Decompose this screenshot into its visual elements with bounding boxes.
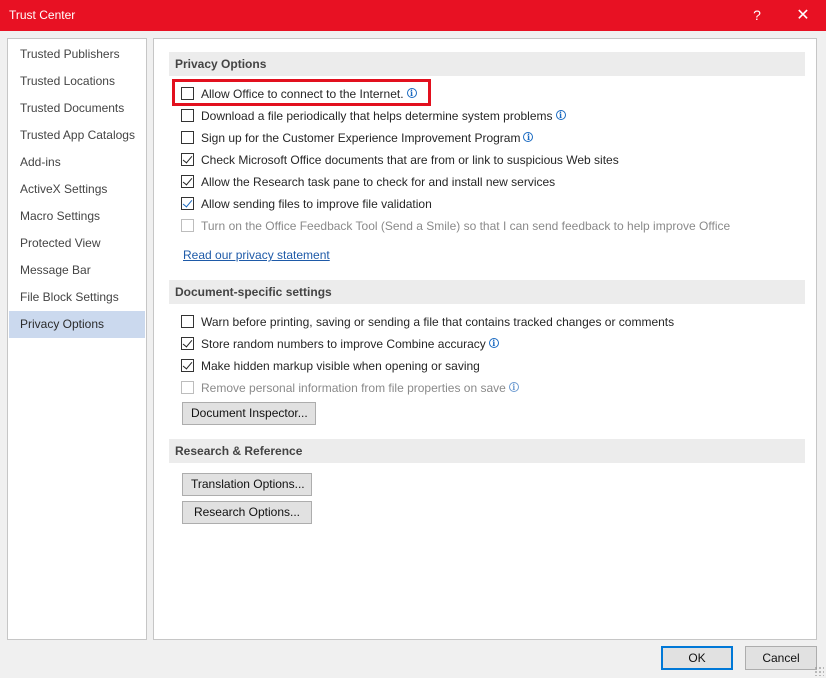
option-file-validation[interactable]: Allow sending files to improve file vali… [181, 195, 432, 213]
title-bar: Trust Center ? ✕ [0, 0, 826, 31]
sidebar-item-privacy-options[interactable]: Privacy Options [9, 311, 145, 338]
checkbox[interactable] [181, 359, 194, 372]
option-remove-personal-info: Remove personal information from file pr… [181, 379, 519, 397]
checkbox[interactable] [181, 175, 194, 188]
option-store-random-numbers[interactable]: Store random numbers to improve Combine … [181, 335, 499, 353]
option-label: Allow the Research task pane to check fo… [201, 175, 556, 189]
checkbox[interactable] [181, 109, 194, 122]
option-label: Download a file periodically that helps … [201, 109, 553, 123]
option-label: Make hidden markup visible when opening … [201, 359, 480, 373]
option-hidden-markup-visible[interactable]: Make hidden markup visible when opening … [181, 357, 480, 375]
sidebar-item-trusted-documents[interactable]: Trusted Documents [9, 95, 145, 122]
window-title: Trust Center [9, 8, 76, 22]
option-label: Remove personal information from file pr… [201, 381, 506, 395]
checkbox[interactable] [181, 131, 194, 144]
sidebar-item-trusted-locations[interactable]: Trusted Locations [9, 68, 145, 95]
info-icon[interactable]: i [406, 88, 417, 98]
sidebar-item-activex-settings[interactable]: ActiveX Settings [9, 176, 145, 203]
option-label: Check Microsoft Office documents that ar… [201, 153, 619, 167]
sidebar-item-macro-settings[interactable]: Macro Settings [9, 203, 145, 230]
sidebar-item-file-block-settings[interactable]: File Block Settings [9, 284, 145, 311]
checkbox[interactable] [181, 153, 194, 166]
research-options-button[interactable]: Research Options... [182, 501, 312, 524]
resize-grip-icon[interactable] [814, 666, 824, 676]
sidebar: Trusted Publishers Trusted Locations Tru… [7, 38, 147, 640]
sidebar-item-trusted-publishers[interactable]: Trusted Publishers [9, 41, 145, 68]
sidebar-item-protected-view[interactable]: Protected View [9, 230, 145, 257]
section-header-privacy: Privacy Options [169, 52, 805, 76]
sidebar-item-trusted-app-catalogs[interactable]: Trusted App Catalogs [9, 122, 145, 149]
option-research-task-pane[interactable]: Allow the Research task pane to check fo… [181, 173, 555, 191]
option-check-suspicious-sites[interactable]: Check Microsoft Office documents that ar… [181, 151, 619, 169]
option-ceip-signup[interactable]: Sign up for the Customer Experience Impr… [181, 129, 534, 147]
option-label: Turn on the Office Feedback Tool (Send a… [201, 219, 731, 233]
info-icon[interactable]: i [555, 110, 566, 120]
option-feedback-tool: Turn on the Office Feedback Tool (Send a… [181, 217, 730, 235]
info-icon[interactable]: i [523, 132, 534, 142]
sidebar-item-add-ins[interactable]: Add-ins [9, 149, 145, 176]
option-label: Allow Office to connect to the Internet. [201, 87, 404, 101]
privacy-statement-link[interactable]: Read our privacy statement [183, 248, 330, 262]
option-label: Sign up for the Customer Experience Impr… [201, 131, 521, 145]
section-header-document: Document-specific settings [169, 280, 805, 304]
option-label: Allow sending files to improve file vali… [201, 197, 432, 211]
help-icon[interactable]: ? [734, 0, 780, 31]
close-icon[interactable]: ✕ [780, 0, 826, 31]
checkbox[interactable] [181, 87, 194, 100]
checkbox[interactable] [181, 315, 194, 328]
option-allow-connect-internet[interactable]: Allow Office to connect to the Internet.… [181, 85, 417, 103]
trust-center-dialog: Trust Center ? ✕ Trusted Publishers Trus… [0, 0, 826, 678]
checkbox [181, 219, 194, 232]
cancel-button[interactable]: Cancel [745, 646, 817, 670]
option-download-file-periodically[interactable]: Download a file periodically that helps … [181, 107, 566, 125]
checkbox[interactable] [181, 337, 194, 350]
checkbox [181, 381, 194, 394]
section-header-research: Research & Reference [169, 439, 805, 463]
content-panel: Privacy Options Allow Office to connect … [153, 38, 817, 640]
option-label: Store random numbers to improve Combine … [201, 337, 486, 351]
checkbox[interactable] [181, 197, 194, 210]
translation-options-button[interactable]: Translation Options... [182, 473, 312, 496]
sidebar-item-message-bar[interactable]: Message Bar [9, 257, 145, 284]
option-label: Warn before printing, saving or sending … [201, 315, 675, 329]
document-inspector-button[interactable]: Document Inspector... [182, 402, 316, 425]
info-icon[interactable]: i [488, 338, 499, 348]
info-icon: i [508, 382, 519, 392]
option-warn-tracked-changes[interactable]: Warn before printing, saving or sending … [181, 313, 674, 331]
ok-button[interactable]: OK [661, 646, 733, 670]
